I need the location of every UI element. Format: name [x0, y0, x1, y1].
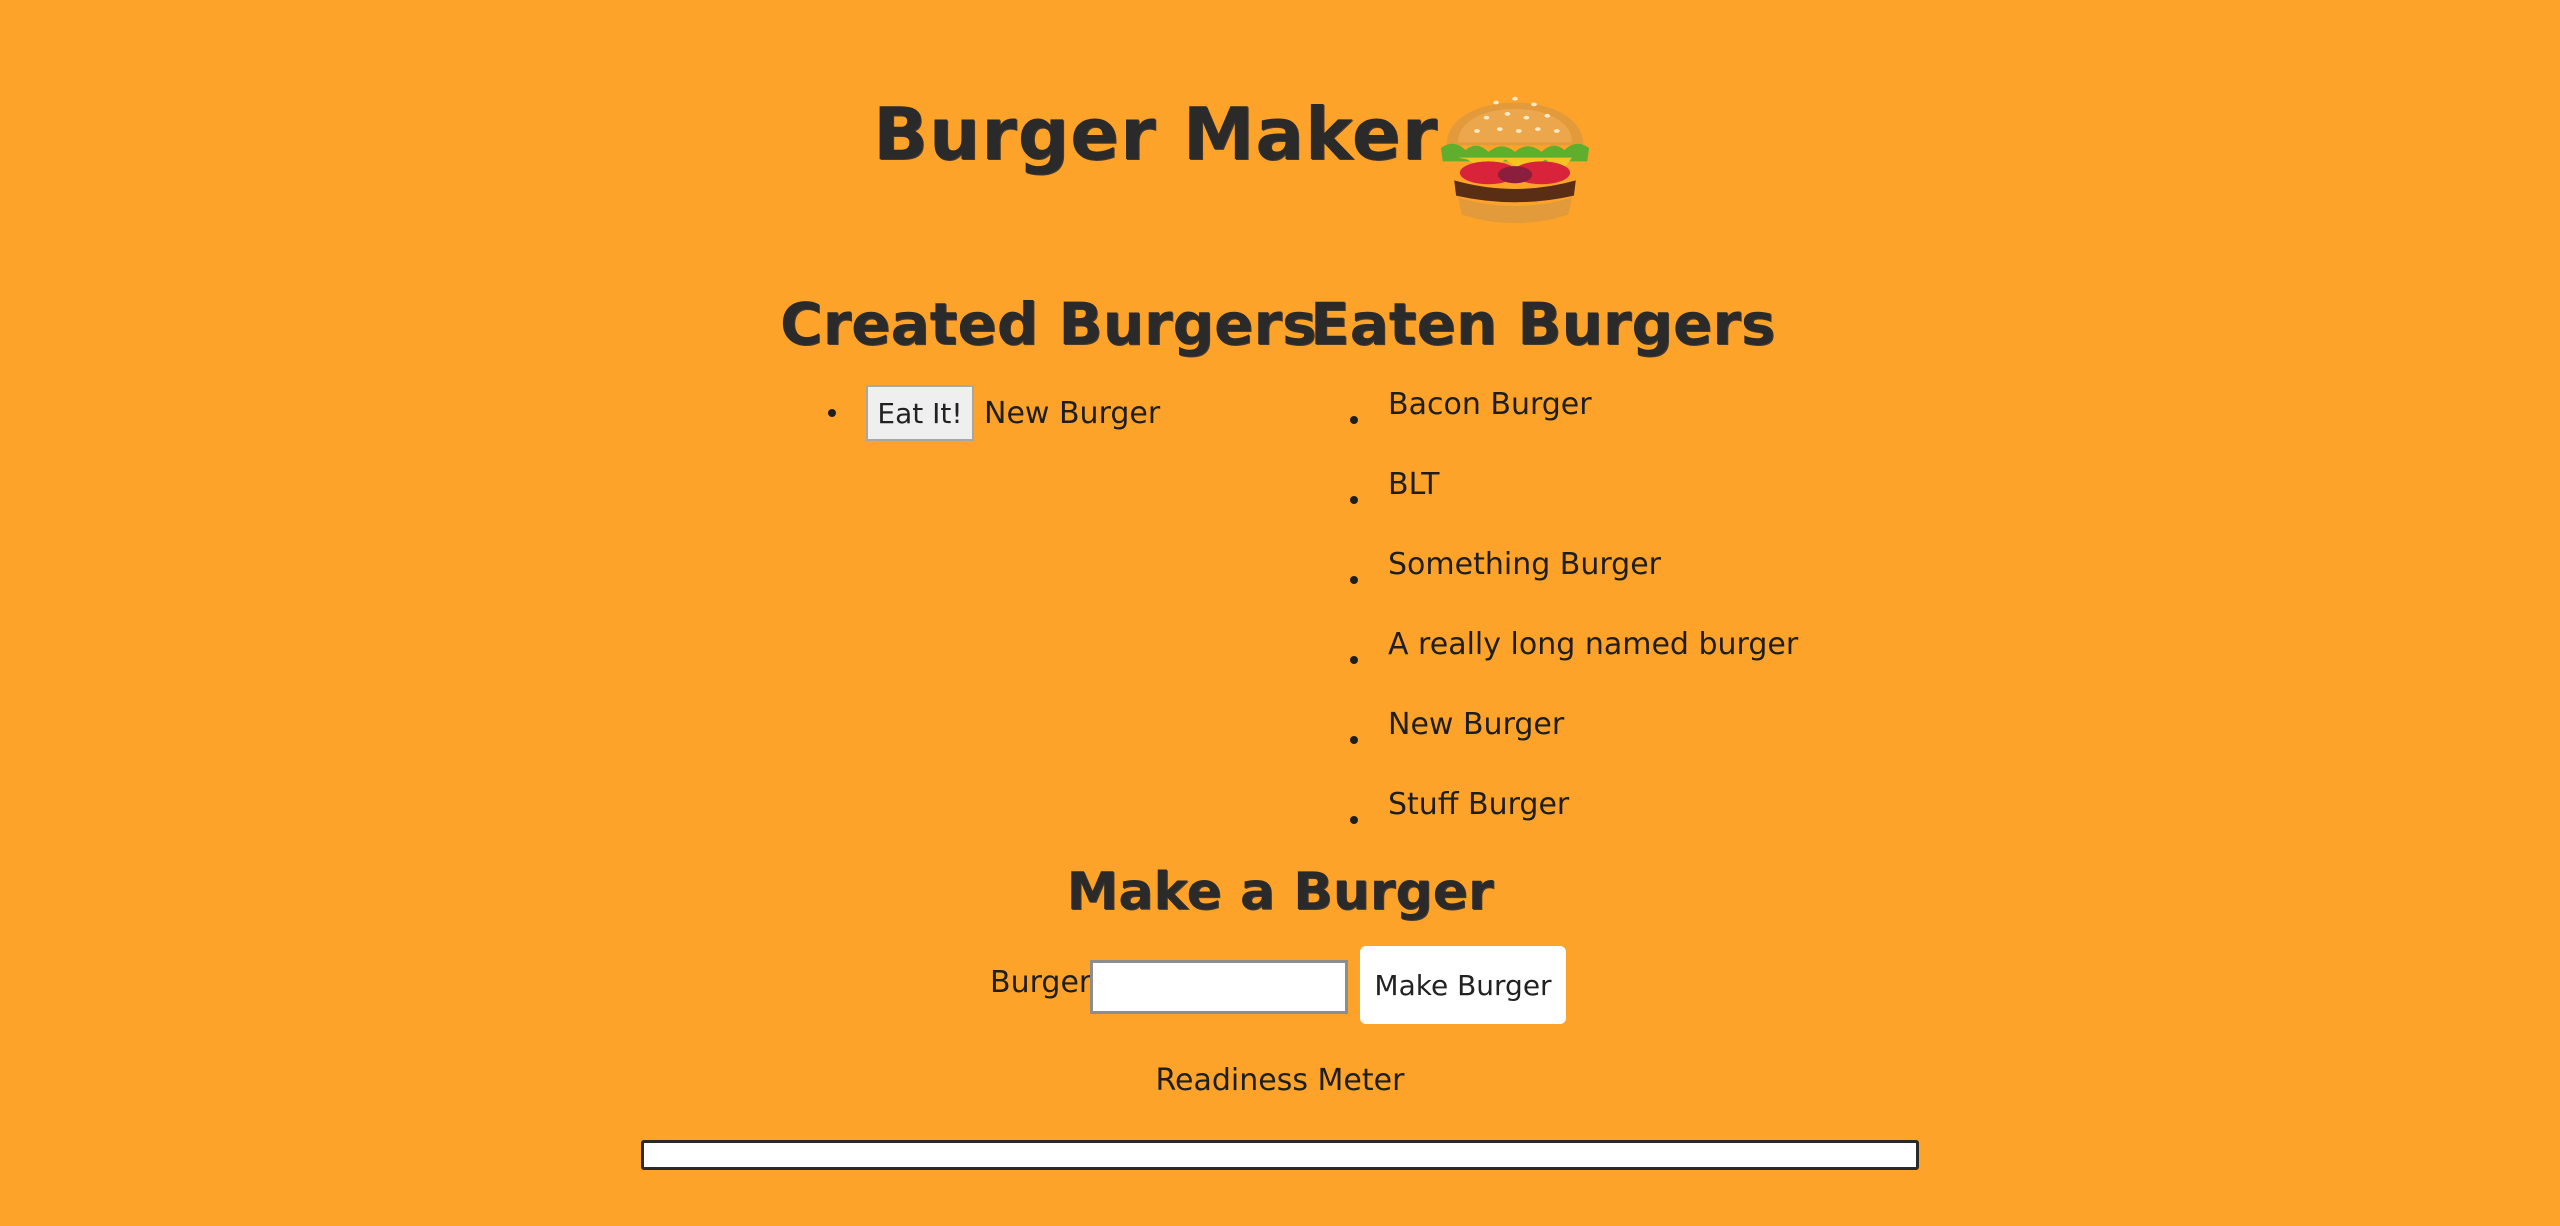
burger-name: New Burger	[1388, 707, 1565, 742]
list-item: BLT	[1350, 460, 1798, 540]
bullet	[1350, 576, 1358, 584]
bullet	[1350, 496, 1358, 504]
eaten-burgers-heading: Eaten Burgers	[1310, 290, 1776, 358]
created-burgers-heading: Created Burgers	[780, 290, 1317, 358]
list-item: A really long named burger	[1350, 620, 1798, 700]
list-item: Something Burger	[1350, 540, 1798, 620]
bullet	[1350, 416, 1358, 424]
burger-name-input[interactable]	[1090, 960, 1348, 1014]
make-burger-button[interactable]: Make Burger	[1360, 946, 1566, 1024]
burger-name: Something Burger	[1388, 547, 1662, 582]
readiness-meter-label: Readiness Meter	[1155, 1063, 1405, 1098]
burger-icon	[1440, 96, 1590, 224]
bullet	[1350, 656, 1358, 664]
make-a-burger-heading: Make a Burger	[1066, 862, 1494, 922]
page: Burger Maker Created Burgers Eat It! New…	[0, 0, 2560, 1226]
list-item: Eat It! New Burger	[828, 384, 1160, 442]
burger-name: Stuff Burger	[1388, 787, 1570, 822]
list-item: Bacon Burger	[1350, 380, 1798, 460]
burger-name: Bacon Burger	[1388, 387, 1592, 422]
page-title: Burger Maker	[873, 92, 1439, 176]
burger-field-label: Burger:	[990, 965, 1101, 1000]
bullet	[1350, 816, 1358, 824]
eat-it-button[interactable]: Eat It!	[866, 385, 974, 441]
burger-name: A really long named burger	[1388, 627, 1799, 662]
burger-name: New Burger	[984, 395, 1161, 431]
list-item: Stuff Burger	[1350, 780, 1798, 860]
bullet	[1350, 736, 1358, 744]
readiness-meter	[641, 1140, 1919, 1170]
created-burgers-list: Eat It! New Burger	[828, 384, 1160, 442]
burger-name: BLT	[1388, 467, 1440, 502]
list-item: New Burger	[1350, 700, 1798, 780]
bullet	[828, 409, 836, 417]
eaten-burgers-list: Bacon Burger BLT Something Burger A real…	[1350, 380, 1798, 860]
